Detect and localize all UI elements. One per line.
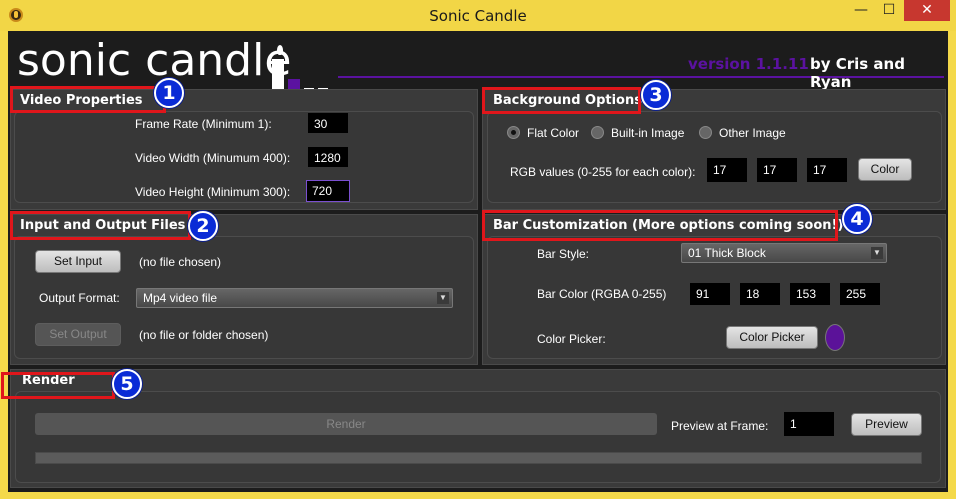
other-image-radio[interactable]	[699, 126, 712, 139]
bar-green-field[interactable]: 18	[740, 283, 780, 305]
output-format-value: Mp4 video file	[143, 291, 218, 305]
other-image-label: Other Image	[719, 126, 786, 140]
byline-label: by Cris and Ryan	[810, 55, 905, 91]
bg-green-field[interactable]: 17	[757, 158, 797, 182]
highlight-box-bar	[482, 210, 838, 241]
badge-3: 3	[641, 80, 671, 110]
bar-style-value: 01 Thick Block	[688, 246, 766, 260]
bar-alpha-field[interactable]: 255	[840, 283, 880, 305]
badge-2: 2	[188, 211, 218, 241]
bg-red-field[interactable]: 17	[707, 158, 747, 182]
video-width-field[interactable]: 1280	[308, 147, 348, 167]
highlight-box-background	[482, 87, 641, 114]
highlight-box-video-properties	[10, 86, 166, 113]
chevron-down-icon: ▼	[437, 292, 449, 304]
bg-blue-field[interactable]: 17	[807, 158, 847, 182]
render-button[interactable]: Render	[35, 413, 657, 435]
frame-rate-field[interactable]: 30	[308, 113, 348, 133]
output-status: (no file or folder chosen)	[139, 328, 269, 342]
builtin-image-label: Built-in Image	[611, 126, 685, 140]
color-picker-button[interactable]: Color Picker	[726, 326, 818, 349]
set-output-button[interactable]: Set Output	[35, 323, 121, 346]
bar-blue-field[interactable]: 153	[790, 283, 830, 305]
title-bar: Sonic Candle — ☐ ✕	[0, 0, 956, 31]
frame-rate-label: Frame Rate (Minimum 1):	[135, 117, 272, 131]
bar-style-label: Bar Style:	[537, 247, 590, 261]
builtin-image-radio[interactable]	[591, 126, 604, 139]
preview-frame-field[interactable]: 1	[784, 412, 834, 436]
maximize-button[interactable]: ☐	[876, 0, 902, 21]
highlight-box-io-files	[10, 211, 191, 240]
preview-frame-label: Preview at Frame:	[671, 419, 769, 433]
render-progress-bar	[35, 452, 922, 464]
close-button[interactable]: ✕	[904, 0, 950, 21]
badge-5: 5	[112, 369, 142, 399]
video-height-label: Video Height (Minimum 300):	[135, 185, 291, 199]
bar-color-swatch[interactable]	[825, 324, 845, 351]
video-height-field[interactable]: 720	[306, 180, 350, 202]
video-width-label: Video Width (Minumum 400):	[135, 151, 291, 165]
preview-button[interactable]: Preview	[851, 413, 922, 436]
flat-color-label: Flat Color	[527, 126, 580, 140]
chevron-down-icon: ▼	[871, 247, 883, 259]
badge-4: 4	[842, 204, 872, 234]
bar-style-select[interactable]: 01 Thick Block ▼	[681, 243, 887, 263]
flat-color-radio[interactable]	[507, 126, 520, 139]
bar-red-field[interactable]: 91	[690, 283, 730, 305]
minimize-button[interactable]: —	[848, 0, 874, 21]
input-status: (no file chosen)	[139, 255, 222, 269]
output-format-select[interactable]: Mp4 video file ▼	[136, 288, 453, 308]
color-picker-label: Color Picker:	[537, 332, 606, 346]
output-format-label: Output Format:	[39, 291, 120, 305]
bg-color-button[interactable]: Color	[858, 158, 912, 181]
rgb-values-label: RGB values (0-255 for each color):	[510, 165, 696, 179]
render-panel: Render Render Preview at Frame: 1 Previe…	[10, 369, 946, 488]
badge-1: 1	[154, 78, 184, 108]
window-title: Sonic Candle	[429, 7, 527, 25]
version-label: version 1.1.11	[688, 55, 809, 73]
logo-text: sonic candle	[17, 35, 292, 86]
bar-color-label: Bar Color (RGBA 0-255)	[537, 287, 667, 301]
set-input-button[interactable]: Set Input	[35, 250, 121, 273]
highlight-box-render	[1, 372, 115, 399]
